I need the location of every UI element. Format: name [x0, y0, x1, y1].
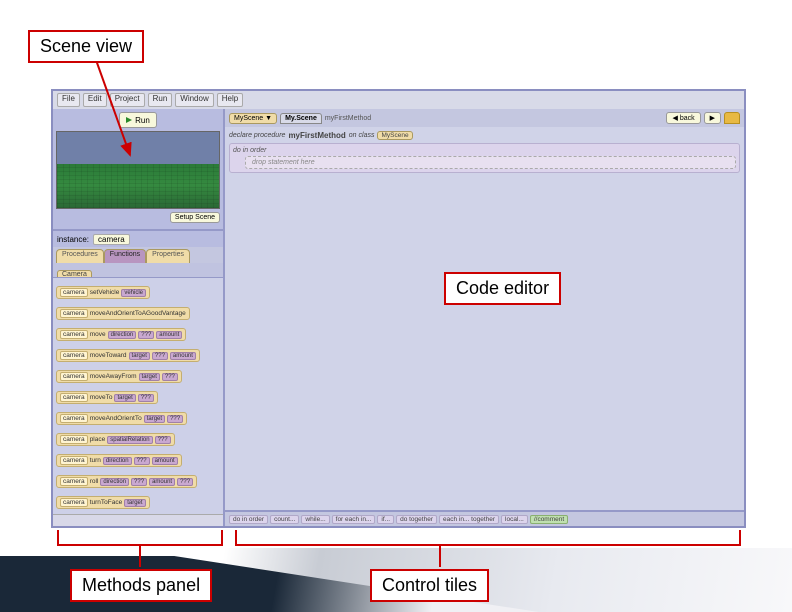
callout-methods-panel: Methods panel: [70, 569, 212, 602]
scene-view-panel: Run Setup Scene: [53, 109, 223, 229]
control-tile[interactable]: local...: [501, 515, 528, 524]
tab-properties[interactable]: Properties: [146, 249, 190, 263]
method-tile[interactable]: camera moveAndOrientTo target ???: [56, 412, 187, 425]
tab-procedures[interactable]: Procedures: [56, 249, 104, 263]
method-tile[interactable]: camera turn direction ??? amount: [56, 454, 182, 467]
menu-help[interactable]: Help: [217, 93, 243, 107]
menu-project[interactable]: Project: [110, 93, 145, 107]
menu-window[interactable]: Window: [175, 93, 213, 107]
instance-value[interactable]: camera: [93, 234, 130, 245]
callout-control-tiles: Control tiles: [370, 569, 489, 602]
control-tiles-bar: do in ordercount...while...for each in..…: [225, 510, 744, 526]
code-editor-body[interactable]: declare procedure myFirstMethod on class…: [225, 127, 744, 510]
control-tile[interactable]: if...: [377, 515, 394, 524]
method-tile[interactable]: camera moveAwayFrom target ???: [56, 370, 182, 383]
forward-button[interactable]: ▶: [704, 112, 721, 124]
clipboard-tab[interactable]: [724, 112, 740, 124]
method-tile[interactable]: camera setVehicle vehicle: [56, 286, 150, 299]
left-column: Run Setup Scene instance: camera Procedu…: [53, 109, 223, 526]
menu-file[interactable]: File: [57, 93, 80, 107]
instance-label: instance:: [57, 235, 89, 244]
drop-statement-zone[interactable]: drop statement here: [245, 156, 736, 169]
alice-ide-window: File Edit Project Run Window Help Run Se…: [51, 89, 746, 528]
methods-scrollbar[interactable]: [53, 514, 223, 526]
method-tile[interactable]: camera moveAndOrientToAGoodVantage: [56, 307, 190, 320]
run-button[interactable]: Run: [119, 112, 157, 128]
procedure-declaration: declare procedure myFirstMethod on class…: [229, 131, 740, 140]
callout-code-editor: Code editor: [444, 272, 561, 305]
panel-tabs: Procedures Functions Properties: [53, 247, 223, 263]
method-tile[interactable]: camera move direction ??? amount: [56, 328, 186, 341]
instance-selector[interactable]: instance: camera: [53, 229, 223, 247]
method-tile[interactable]: camera roll direction ??? amount ???: [56, 475, 197, 488]
method-tile[interactable]: camera moveTo target ???: [56, 391, 158, 404]
control-tile[interactable]: count...: [270, 515, 299, 524]
callout-scene-view: Scene view: [28, 30, 144, 63]
control-tile[interactable]: do in order: [229, 515, 268, 524]
menubar: File Edit Project Run Window Help: [53, 91, 744, 109]
control-tile[interactable]: each in... together: [439, 515, 499, 524]
menu-edit[interactable]: Edit: [83, 93, 107, 107]
scene-3d-view[interactable]: [56, 131, 220, 209]
back-button[interactable]: ◀ back: [666, 112, 700, 124]
menu-run[interactable]: Run: [148, 93, 173, 107]
tab-functions[interactable]: Functions: [104, 249, 146, 263]
editor-header: MyScene ▼ My.Scene myFirstMethod ◀ back …: [225, 109, 744, 127]
do-in-order-block[interactable]: do in order drop statement here: [229, 143, 740, 173]
editor-breadcrumb: myFirstMethod: [325, 115, 371, 122]
do-in-order-label: do in order: [233, 147, 736, 154]
setup-scene-button[interactable]: Setup Scene: [170, 212, 220, 223]
control-tile[interactable]: while...: [301, 515, 329, 524]
editor-tab[interactable]: My.Scene: [280, 113, 322, 124]
code-editor-column: MyScene ▼ My.Scene myFirstMethod ◀ back …: [223, 109, 744, 526]
scene-dropdown[interactable]: MyScene ▼: [229, 113, 277, 124]
methods-panel: camera setVehicle vehicle camera moveAnd…: [53, 277, 223, 514]
method-tile[interactable]: camera place spatialRelation ???: [56, 433, 175, 446]
method-tile[interactable]: camera turnToFace target: [56, 496, 150, 509]
control-tile[interactable]: do together: [396, 515, 437, 524]
method-tile[interactable]: camera moveToward target ??? amount: [56, 349, 200, 362]
control-tile[interactable]: for each in...: [332, 515, 376, 524]
control-tile[interactable]: //comment: [530, 515, 568, 524]
